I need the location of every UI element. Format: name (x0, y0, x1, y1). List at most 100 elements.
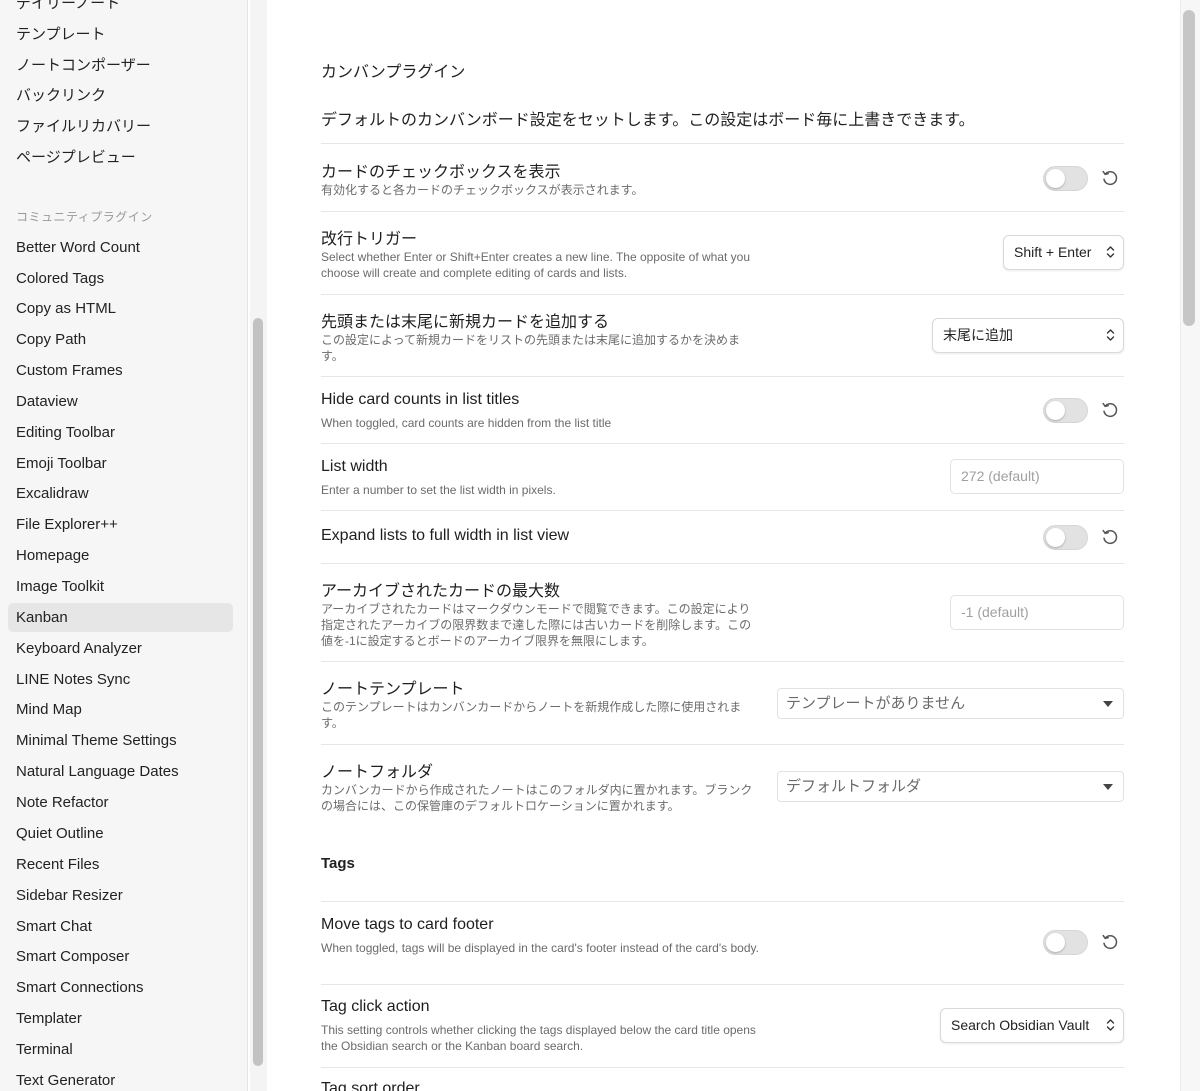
max-archived-cards-input[interactable]: -1 (default) (950, 595, 1124, 630)
note-folder-dropdown[interactable]: デフォルトフォルダ (777, 771, 1124, 802)
chevron-updown-icon (1106, 1019, 1115, 1031)
show-checkboxes-toggle[interactable] (1043, 166, 1088, 191)
setting-list-width: List width Enter a number to set the lis… (321, 443, 1124, 510)
expand-lists-toggle[interactable] (1043, 525, 1088, 550)
sidebar-item-line-notes-sync[interactable]: LINE Notes Sync (8, 665, 233, 694)
setting-name: 先頭または末尾に新規カードを追加する (321, 314, 610, 331)
setting-note-template: ノートテンプレート このテンプレートはカンバンカードからノートを新規作成した際に… (321, 661, 1124, 744)
sidebar-item-colored-tags[interactable]: Colored Tags (8, 264, 233, 293)
setting-tag-sort-order: Tag sort order (321, 1067, 1124, 1091)
hide-card-counts-toggle[interactable] (1043, 398, 1088, 423)
sidebar-item-sidebar-resizer[interactable]: Sidebar Resizer (8, 881, 233, 910)
sidebar-item-natural-language-dates[interactable]: Natural Language Dates (8, 757, 233, 786)
setting-name: アーカイブされたカードの最大数 (321, 583, 561, 600)
sidebar-item-emoji-toolbar[interactable]: Emoji Toolbar (8, 449, 233, 478)
setting-description: Select whether Enter or Shift+Enter crea… (321, 250, 751, 280)
setting-name: Tag click action (321, 998, 430, 1015)
sidebar-item-recent-files[interactable]: Recent Files (8, 850, 233, 879)
select-value: Search Obsidian Vault (951, 1017, 1090, 1033)
setting-name: Move tags to card footer (321, 916, 494, 933)
chevron-updown-icon (1106, 329, 1115, 341)
setting-expand-lists: Expand lists to full width in list view (321, 510, 1124, 563)
sidebar-item-custom-frames[interactable]: Custom Frames (8, 356, 233, 385)
dropdown-value: デフォルトフォルダ (786, 778, 922, 795)
note-template-dropdown[interactable]: テンプレートがありません (777, 688, 1124, 719)
setting-move-tags-to-footer: Move tags to card footer When toggled, t… (321, 901, 1124, 984)
sidebar-item-smart-chat[interactable]: Smart Chat (8, 912, 233, 941)
setting-description: When toggled, tags will be displayed in … (321, 941, 759, 955)
sidebar-item-text-generator[interactable]: Text Generator (8, 1066, 233, 1091)
sidebar-item-excalidraw[interactable]: Excalidraw (8, 479, 233, 508)
setting-name: Tag sort order (321, 1080, 420, 1091)
setting-description: Enter a number to set the list width in … (321, 483, 556, 497)
select-value: 末尾に追加 (943, 327, 1013, 343)
list-width-input[interactable]: 272 (default) (950, 459, 1124, 494)
setting-name: カードのチェックボックスを表示 (321, 164, 561, 181)
setting-description: アーカイブされたカードはマークダウンモードで閲覧できます。この設定により指定され… (321, 602, 752, 648)
sidebar-item-smart-composer[interactable]: Smart Composer (8, 942, 233, 971)
sidebar-item-image-toolkit[interactable]: Image Toolkit (8, 572, 233, 601)
sidebar-item-smart-connections[interactable]: Smart Connections (8, 973, 233, 1002)
sidebar-item-backlinks[interactable]: バックリンク (8, 81, 233, 110)
sidebar-item-quiet-outline[interactable]: Quiet Outline (8, 819, 233, 848)
dropdown-value: テンプレートがありません (786, 695, 966, 712)
sidebar-item-kanban[interactable]: Kanban (8, 603, 233, 632)
plugin-description: デフォルトのカンバンボード設定をセットします。この設定はボード毎に上書きできます… (321, 112, 975, 129)
setting-description: 有効化すると各カードのチェックボックスが表示されます。 (321, 183, 644, 197)
sidebar-item-file-explorer-plus[interactable]: File Explorer++ (8, 510, 233, 539)
newline-trigger-select[interactable]: Shift + Enter (1003, 235, 1124, 270)
reset-icon[interactable] (1100, 168, 1120, 188)
sidebar-item-file-recovery[interactable]: ファイルリカバリー (8, 112, 233, 141)
sidebar-section-community-plugins: コミュニティプラグイン (16, 210, 153, 224)
reset-icon[interactable] (1100, 400, 1120, 420)
chevron-updown-icon (1106, 246, 1115, 258)
setting-hide-card-counts: Hide card counts in list titles When tog… (321, 376, 1124, 443)
sidebar-item-mind-map[interactable]: Mind Map (8, 695, 233, 724)
sidebar-item-editing-toolbar[interactable]: Editing Toolbar (8, 418, 233, 447)
setting-note-folder: ノートフォルダ カンバンカードから作成されたノートはこのフォルダ内に置かれます。… (321, 744, 1124, 826)
sidebar-item-homepage[interactable]: Homepage (8, 541, 233, 570)
sidebar-item-templater[interactable]: Templater (8, 1004, 233, 1033)
section-heading-tags: Tags (321, 855, 355, 872)
sidebar-item-daily-notes[interactable]: デイリーノート (8, 0, 233, 18)
sidebar-item-terminal[interactable]: Terminal (8, 1035, 233, 1064)
content-scrollbar-thumb[interactable] (1183, 10, 1195, 326)
sidebar-item-note-composer[interactable]: ノートコンポーザー (8, 51, 233, 80)
sidebar-item-page-preview[interactable]: ページプレビュー (8, 143, 233, 172)
setting-name: ノートフォルダ (321, 764, 434, 781)
settings-content: カンバンプラグイン デフォルトのカンバンボード設定をセットします。この設定はボー… (268, 0, 1180, 1091)
settings-sidebar: デイリーノート テンプレート ノートコンポーザー バックリンク ファイルリカバリ… (0, 0, 248, 1091)
sidebar-item-keyboard-analyzer[interactable]: Keyboard Analyzer (8, 634, 233, 663)
reset-icon[interactable] (1100, 527, 1120, 547)
setting-max-archived-cards: アーカイブされたカードの最大数 アーカイブされたカードはマークダウンモードで閲覧… (321, 563, 1124, 661)
setting-description: この設定によって新規カードをリストの先頭または末尾に追加するかを決めます。 (321, 333, 741, 363)
setting-newline-trigger: 改行トリガー Select whether Enter or Shift+Ent… (321, 211, 1124, 294)
sidebar-scrollbar-thumb[interactable] (253, 318, 263, 1066)
setting-name: 改行トリガー (321, 231, 418, 248)
setting-name: Hide card counts in list titles (321, 391, 520, 408)
setting-show-checkboxes: カードのチェックボックスを表示 有効化すると各カードのチェックボックスが表示され… (321, 143, 1124, 211)
setting-description: このテンプレートはカンバンカードからノートを新規作成した際に使用されます。 (321, 700, 742, 730)
sidebar-item-templates[interactable]: テンプレート (8, 20, 233, 49)
sidebar-item-copy-path[interactable]: Copy Path (8, 325, 233, 354)
tag-click-action-select[interactable]: Search Obsidian Vault (940, 1008, 1124, 1043)
sidebar-item-copy-as-html[interactable]: Copy as HTML (8, 294, 233, 323)
setting-description: When toggled, card counts are hidden fro… (321, 416, 612, 430)
select-value: Shift + Enter (1014, 244, 1092, 260)
setting-name: List width (321, 458, 388, 475)
sidebar-item-note-refactor[interactable]: Note Refactor (8, 788, 233, 817)
caret-down-icon (1103, 784, 1113, 790)
setting-description: カンバンカードから作成されたノートはこのフォルダ内に置かれます。ブランクの場合に… (321, 783, 753, 813)
reset-icon[interactable] (1100, 932, 1120, 952)
sidebar-item-dataview[interactable]: Dataview (8, 387, 233, 416)
sidebar-item-better-word-count[interactable]: Better Word Count (8, 233, 233, 262)
setting-description: This setting controls whether clicking t… (321, 1023, 756, 1053)
plugin-title: カンバンプラグイン (321, 64, 466, 81)
sidebar-item-minimal-theme-settings[interactable]: Minimal Theme Settings (8, 726, 233, 755)
new-card-position-select[interactable]: 末尾に追加 (932, 318, 1124, 353)
move-tags-toggle[interactable] (1043, 930, 1088, 955)
setting-name: Expand lists to full width in list view (321, 527, 570, 544)
setting-new-card-position: 先頭または末尾に新規カードを追加する この設定によって新規カードをリストの先頭ま… (321, 294, 1124, 376)
caret-down-icon (1103, 701, 1113, 707)
setting-tag-click-action: Tag click action This setting controls w… (321, 984, 1124, 1067)
